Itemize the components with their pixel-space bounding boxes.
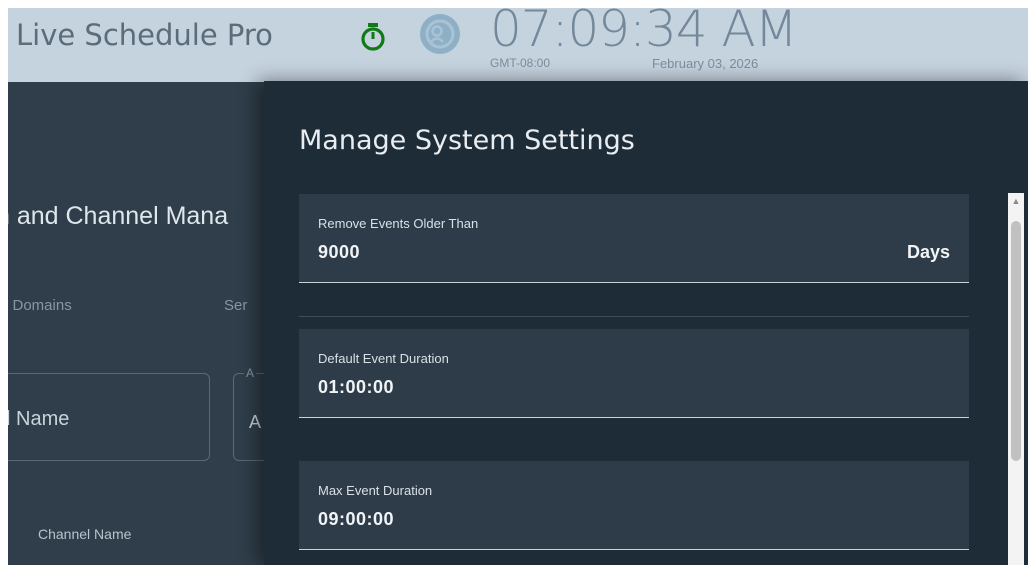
- app-title: Live Schedule Pro: [16, 18, 273, 52]
- clock-time: 07:09:34 AM: [490, 0, 798, 58]
- clock-timezone: GMT-08:00: [490, 56, 551, 70]
- secondary-field-label: A: [244, 366, 257, 380]
- tab-services[interactable]: Ser: [224, 297, 247, 314]
- max-duration-field[interactable]: Max Event Duration 09:00:00: [299, 461, 969, 550]
- settings-modal: Manage System Settings Remove Events Old…: [264, 81, 1028, 565]
- max-duration-label: Max Event Duration: [318, 483, 433, 498]
- remove-events-value: 9000: [318, 242, 361, 262]
- default-duration-label: Default Event Duration: [318, 351, 449, 366]
- page-title: n and Channel Mana: [8, 202, 229, 230]
- remove-events-field[interactable]: Remove Events Older Than 9000 Days: [299, 194, 969, 283]
- default-duration-field[interactable]: Default Event Duration 01:00:00: [299, 329, 969, 418]
- user-icon[interactable]: [420, 14, 460, 54]
- clock-date: February 03, 2026: [652, 56, 759, 71]
- modal-scrollbar[interactable]: ▲: [1008, 193, 1024, 565]
- modal-title: Manage System Settings: [299, 125, 635, 156]
- divider: [299, 316, 969, 317]
- timer-icon[interactable]: [360, 22, 386, 52]
- secondary-field-value: A: [249, 412, 262, 432]
- scroll-up-arrow-icon[interactable]: ▲: [1008, 193, 1024, 209]
- remove-events-unit: Days: [906, 242, 950, 262]
- channel-name-placeholder: l Name: [8, 408, 70, 430]
- remove-events-label: Remove Events Older Than: [318, 216, 479, 231]
- column-header-channel-name: Channel Name: [38, 526, 132, 542]
- tab-domains[interactable]: e Domains: [8, 297, 72, 314]
- max-duration-value: 09:00:00: [318, 509, 395, 529]
- default-duration-value: 01:00:00: [318, 377, 395, 397]
- app-header: Live Schedule Pro 07:09:34 AM GMT-08:00 …: [8, 0, 1028, 82]
- scroll-thumb[interactable]: [1011, 221, 1021, 461]
